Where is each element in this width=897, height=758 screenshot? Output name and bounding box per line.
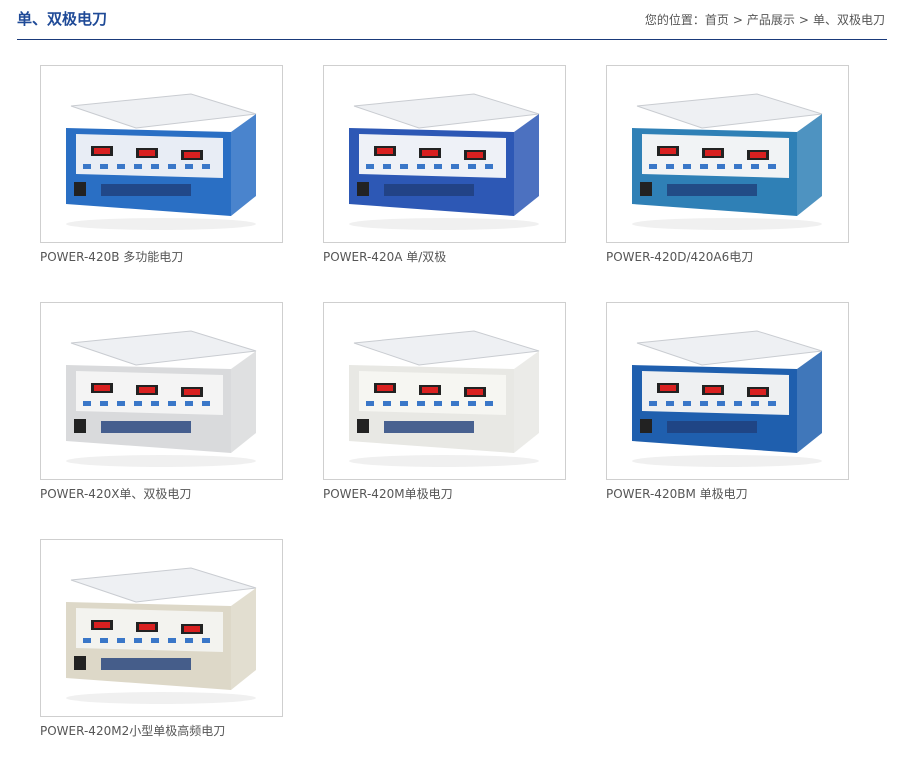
product-image-link[interactable] <box>40 539 283 717</box>
product-caption[interactable]: POWER-420M单极电刀 <box>323 485 566 502</box>
breadcrumb-home-link[interactable]: 首页 <box>705 13 729 27</box>
product-card[interactable]: POWER-420M单极电刀 <box>323 302 566 502</box>
product-caption[interactable]: POWER-420D/420A6电刀 <box>606 248 849 265</box>
product-image-link[interactable] <box>606 302 849 480</box>
product-caption[interactable]: POWER-420M2小型单极高频电刀 <box>40 722 283 739</box>
product-image <box>632 93 823 230</box>
product-card[interactable]: POWER-420X单、双极电刀 <box>40 302 283 502</box>
product-card[interactable]: POWER-420D/420A6电刀 <box>606 65 849 265</box>
product-caption[interactable]: POWER-420A 单/双极 <box>323 248 566 265</box>
page-header: 单、双极电刀 您的位置：首页 > 产品展示 > 单、双极电刀 <box>17 0 887 40</box>
breadcrumb-separator: > <box>798 13 809 27</box>
product-image <box>66 93 257 230</box>
product-image <box>66 567 257 704</box>
page-title: 单、双极电刀 <box>17 10 108 28</box>
product-card[interactable]: POWER-420M2小型单极高频电刀 <box>40 539 283 739</box>
product-image-link[interactable] <box>323 302 566 480</box>
product-card[interactable]: POWER-420A 单/双极 <box>323 65 566 265</box>
product-card[interactable]: POWER-420BM 单极电刀 <box>606 302 849 502</box>
product-image-link[interactable] <box>323 65 566 243</box>
breadcrumb: 您的位置：首页 > 产品展示 > 单、双极电刀 <box>645 11 885 28</box>
product-image-link[interactable] <box>606 65 849 243</box>
product-image <box>66 330 257 467</box>
breadcrumb-products-link[interactable]: 产品展示 <box>747 13 795 27</box>
breadcrumb-current-link[interactable]: 单、双极电刀 <box>813 13 885 27</box>
product-image-link[interactable] <box>40 65 283 243</box>
breadcrumb-prefix: 您的位置： <box>644 13 705 27</box>
product-card[interactable]: POWER-420B 多功能电刀 <box>40 65 283 265</box>
product-image <box>632 330 823 467</box>
product-caption[interactable]: POWER-420B 多功能电刀 <box>40 248 283 265</box>
product-caption[interactable]: POWER-420X单、双极电刀 <box>40 485 283 502</box>
breadcrumb-separator: > <box>732 13 743 27</box>
product-image-link[interactable] <box>40 302 283 480</box>
product-image <box>349 93 540 230</box>
product-caption[interactable]: POWER-420BM 单极电刀 <box>606 485 849 502</box>
product-image <box>349 330 540 467</box>
